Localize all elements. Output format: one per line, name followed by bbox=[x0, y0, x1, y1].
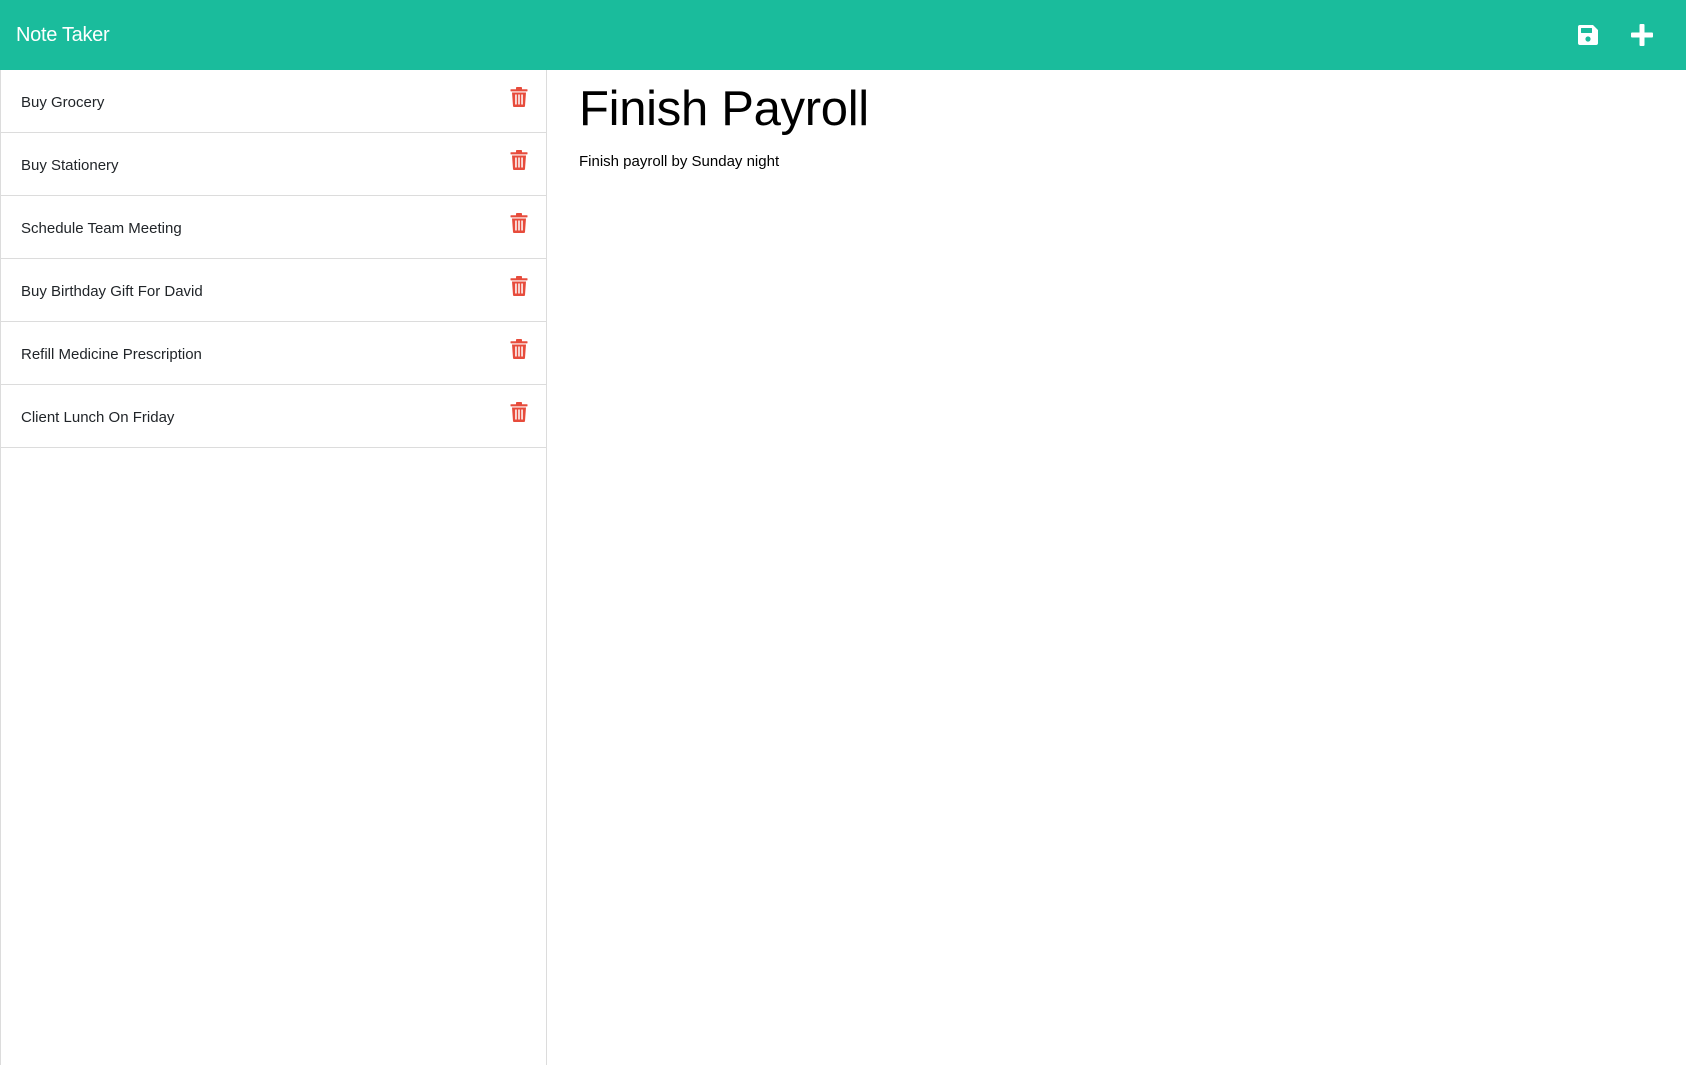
note-list-item-title: Buy Birthday Gift For David bbox=[21, 282, 203, 300]
nav-actions bbox=[1574, 21, 1670, 49]
note-list: Buy Grocery Buy Stationery Schedule Team M… bbox=[1, 70, 546, 448]
plus-icon bbox=[1631, 24, 1653, 46]
navbar: Note Taker bbox=[0, 0, 1686, 70]
notes-sidebar: Buy Grocery Buy Stationery Schedule Team M… bbox=[0, 70, 547, 1065]
trash-icon[interactable] bbox=[510, 402, 528, 422]
note-list-item-title: Refill Medicine Prescription bbox=[21, 345, 202, 363]
trash-icon[interactable] bbox=[510, 150, 528, 170]
note-list-item-title: Buy Grocery bbox=[21, 93, 105, 111]
trash-icon[interactable] bbox=[510, 276, 528, 296]
note-list-item[interactable]: Client Lunch On Friday bbox=[1, 385, 546, 448]
save-note-button[interactable] bbox=[1574, 21, 1602, 49]
new-note-button[interactable] bbox=[1628, 21, 1656, 49]
trash-icon[interactable] bbox=[510, 339, 528, 359]
note-list-item[interactable]: Buy Grocery bbox=[1, 70, 546, 133]
note-editor: Finish Payroll Finish payroll by Sunday … bbox=[579, 70, 1659, 1065]
note-title[interactable]: Finish Payroll bbox=[579, 80, 1659, 139]
save-icon bbox=[1578, 25, 1598, 45]
note-list-item[interactable]: Schedule Team Meeting bbox=[1, 196, 546, 259]
trash-icon[interactable] bbox=[510, 87, 528, 107]
note-list-item-title: Schedule Team Meeting bbox=[21, 219, 182, 237]
note-list-item-title: Buy Stationery bbox=[21, 156, 119, 174]
note-list-item[interactable]: Buy Stationery bbox=[1, 133, 546, 196]
brand-title[interactable]: Note Taker bbox=[16, 24, 110, 47]
note-list-item[interactable]: Buy Birthday Gift For David bbox=[1, 259, 546, 322]
trash-icon[interactable] bbox=[510, 213, 528, 233]
note-list-item-title: Client Lunch On Friday bbox=[21, 408, 175, 426]
note-text[interactable]: Finish payroll by Sunday night bbox=[579, 153, 1659, 170]
note-list-item[interactable]: Refill Medicine Prescription bbox=[1, 322, 546, 385]
